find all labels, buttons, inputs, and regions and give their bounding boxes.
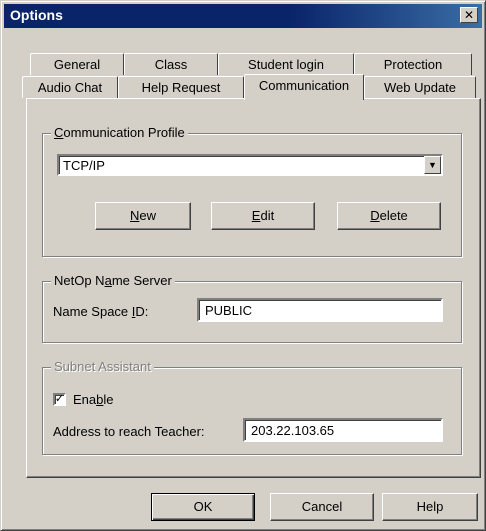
check-icon: ✓ bbox=[54, 393, 65, 405]
address-label: Address to reach Teacher: bbox=[53, 424, 205, 439]
window-title: Options bbox=[10, 7, 63, 23]
communication-profile-select[interactable]: TCP/IP ▼ bbox=[57, 154, 443, 176]
enable-checkbox[interactable]: ✓ bbox=[53, 393, 66, 406]
tab-audio-chat[interactable]: Audio Chat bbox=[22, 76, 118, 98]
tab-communication[interactable]: Communication bbox=[244, 74, 364, 100]
subnet-assistant-group: Subnet Assistant ✓ Enable Address to rea… bbox=[42, 359, 462, 455]
tab-help-request[interactable]: Help Request bbox=[118, 76, 244, 98]
subnet-assistant-legend: Subnet Assistant bbox=[51, 359, 154, 374]
tab-general[interactable]: General bbox=[30, 53, 124, 75]
name-space-id-field[interactable]: PUBLIC bbox=[197, 298, 443, 322]
name-space-id-label: Name Space ID: bbox=[53, 304, 149, 319]
delete-button[interactable]: Delete bbox=[337, 202, 441, 230]
tab-student-login[interactable]: Student login bbox=[218, 53, 354, 75]
cancel-button[interactable]: Cancel bbox=[270, 493, 374, 521]
tab-class[interactable]: Class bbox=[124, 53, 218, 75]
close-button[interactable]: ✕ bbox=[460, 7, 478, 23]
name-server-group: NetOp Name Server Name Space ID: PUBLIC bbox=[42, 273, 462, 343]
enable-label[interactable]: Enable bbox=[73, 392, 114, 407]
new-button[interactable]: New bbox=[95, 202, 191, 230]
title-bar[interactable]: Options ✕ bbox=[4, 4, 482, 28]
tab-web-update[interactable]: Web Update bbox=[364, 76, 476, 98]
communication-profile-group: Communication Profile TCP/IP ▼ New Edit … bbox=[42, 125, 462, 257]
tab-protection[interactable]: Protection bbox=[354, 53, 472, 75]
selected-profile: TCP/IP bbox=[63, 158, 105, 173]
communication-profile-legend: Communication Profile bbox=[51, 125, 188, 140]
close-icon: ✕ bbox=[463, 8, 475, 22]
name-server-legend: NetOp Name Server bbox=[51, 273, 175, 288]
edit-button[interactable]: Edit bbox=[211, 202, 315, 230]
help-button[interactable]: Help bbox=[382, 493, 478, 521]
ok-button[interactable]: OK bbox=[151, 493, 255, 521]
chevron-down-icon: ▼ bbox=[428, 160, 437, 170]
communication-tab-panel: Communication Profile TCP/IP ▼ New Edit … bbox=[26, 98, 481, 478]
teacher-address-field[interactable]: 203.22.103.65 bbox=[243, 418, 443, 442]
dropdown-button[interactable]: ▼ bbox=[424, 156, 441, 174]
